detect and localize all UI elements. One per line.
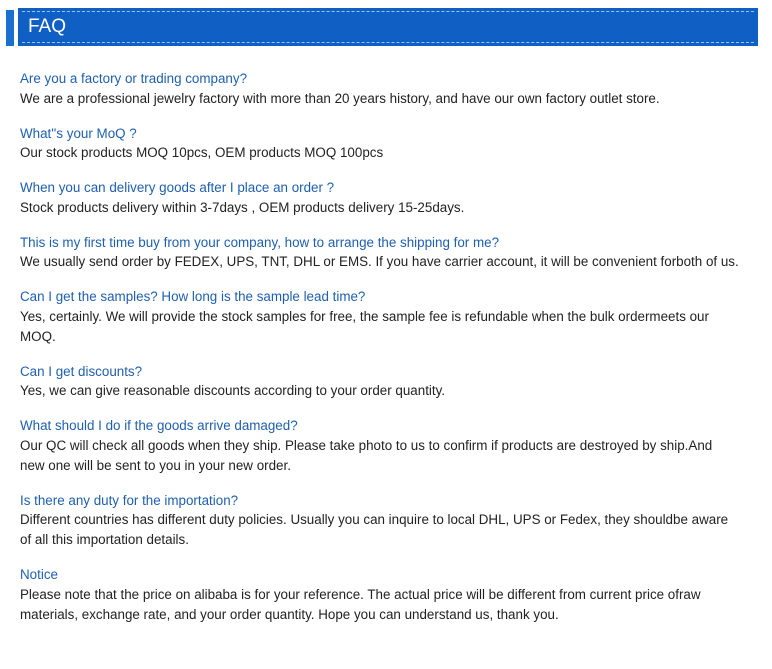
header-accent-bar: [6, 10, 14, 46]
faq-question: Can I get the samples? How long is the s…: [20, 289, 366, 304]
faq-item-factory: Are you a factory or trading company? We…: [20, 69, 740, 109]
faq-answer: Our stock products MOQ 10pcs, OEM produc…: [20, 145, 384, 160]
faq-question: This is my first time buy from your comp…: [20, 234, 500, 250]
faq-item-duty: Is there any duty for the importation? D…: [20, 491, 740, 551]
faq-answer: Please note that the price on alibaba is…: [20, 586, 701, 622]
faq-item-samples: Can I get the samples? How long is the s…: [20, 287, 740, 347]
faq-answer: Stock products delivery within 3-7days ,…: [20, 199, 465, 215]
faq-question: What''s your MoQ ?: [20, 125, 137, 141]
faq-question: Can I get discounts?: [20, 363, 143, 379]
faq-item-delivery: When you can delivery goods after I plac…: [20, 178, 740, 218]
faq-item-moq: What''s your MoQ ? Our stock products MO…: [20, 124, 740, 164]
faq-answer: Yes, we can give reasonable discounts ac…: [20, 383, 446, 398]
faq-question: Are you a factory or trading company?: [20, 71, 248, 86]
faq-item-notice: Notice Please note that the price on ali…: [20, 565, 740, 625]
page-title: FAQ: [28, 16, 67, 37]
faq-answer: Yes, certainly. We will provide the stoc…: [20, 308, 709, 344]
faq-item-shipping: This is my first time buy from your comp…: [20, 233, 740, 273]
header-title-box: FAQ: [18, 8, 758, 46]
faq-question: What should I do if the goods arrive dam…: [20, 418, 298, 433]
faq-question: When you can delivery goods after I plac…: [20, 180, 335, 195]
faq-item-discounts: Can I get discounts? Yes, we can give re…: [20, 362, 740, 402]
faq-answer: Different countries has different duty p…: [20, 512, 729, 547]
faq-answer: We are a professional jewelry factory wi…: [20, 90, 660, 106]
faq-answer: We usually send order by FEDEX, UPS, TNT…: [20, 254, 739, 269]
faq-list: Are you a factory or trading company? We…: [20, 69, 740, 640]
faq-question: Notice: [20, 567, 58, 582]
faq-answer: Our QC will check all goods when they sh…: [20, 437, 713, 473]
faq-header: FAQ: [6, 8, 758, 46]
faq-item-damaged: What should I do if the goods arrive dam…: [20, 416, 740, 476]
faq-question: Is there any duty for the importation?: [20, 492, 239, 508]
